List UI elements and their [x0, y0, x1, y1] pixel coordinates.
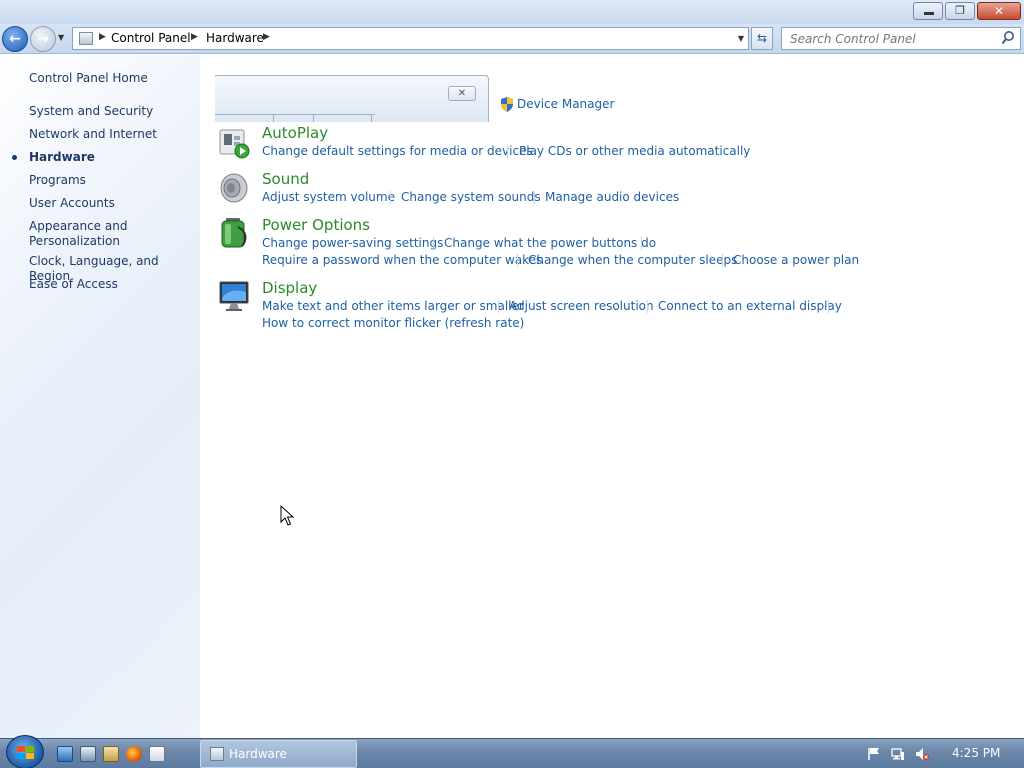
- sidebar-item-appearance-and-personalization[interactable]: Appearance and Personalization: [29, 219, 129, 249]
- uac-shield-icon: [501, 97, 513, 112]
- system-clock[interactable]: 4:25 PM: [952, 746, 1000, 760]
- refresh-button[interactable]: ⇆: [751, 27, 773, 50]
- restore-icon: ❐: [955, 4, 965, 17]
- breadcrumb-separator-icon[interactable]: ▶: [99, 32, 106, 42]
- link-separator: [722, 254, 723, 267]
- main-content: ✕ Device Manager AutoPlay Change default…: [200, 55, 1024, 738]
- ghost-tab-divider: [273, 115, 274, 122]
- link-connect-external-display[interactable]: Connect to an external display: [658, 299, 842, 313]
- link-manage-audio-devices[interactable]: Manage audio devices: [545, 190, 679, 204]
- link-separator: [390, 191, 391, 204]
- windows-logo-icon: [17, 746, 35, 760]
- start-button[interactable]: [6, 735, 44, 768]
- ghost-tab-strip: [215, 114, 375, 122]
- closing-dialog-ghost: ✕: [215, 75, 489, 122]
- address-dropdown-icon[interactable]: ▼: [738, 34, 744, 43]
- link-change-power-saving-settings[interactable]: Change power-saving settings: [262, 236, 443, 250]
- sidebar-item-programs[interactable]: Programs: [29, 173, 194, 188]
- current-page-bullet: [12, 155, 17, 160]
- close-icon: ✕: [993, 4, 1005, 18]
- sidebar-item-hardware[interactable]: Hardware: [29, 150, 194, 165]
- link-separator: [517, 254, 518, 267]
- ghost-close-icon: ✕: [448, 86, 476, 101]
- link-separator: [647, 300, 648, 313]
- back-arrow-icon: ←: [9, 31, 21, 47]
- show-desktop-icon[interactable]: [57, 746, 73, 762]
- restore-button[interactable]: ❐: [945, 2, 975, 20]
- forward-arrow-icon: →: [37, 31, 49, 47]
- forward-button[interactable]: →: [30, 26, 56, 52]
- link-change-system-sounds[interactable]: Change system sounds: [401, 190, 541, 204]
- sidebar-item-ease-of-access[interactable]: Ease of Access: [29, 277, 194, 292]
- breadcrumb-control-panel[interactable]: Control Panel: [111, 31, 191, 45]
- window-title-bar: ❐ ✕: [0, 0, 1024, 24]
- link-change-default-settings-for-media[interactable]: Change default settings for media or dev…: [262, 144, 533, 158]
- address-bar[interactable]: ▶ Control Panel ▶ Hardware ▶ ▼: [72, 27, 749, 50]
- link-adjust-system-volume[interactable]: Adjust system volume: [262, 190, 395, 204]
- link-separator: [498, 300, 499, 313]
- link-change-when-computer-sleeps[interactable]: Change when the computer sleeps: [528, 253, 737, 267]
- navigation-bar: ← → ▼ ▶ Control Panel ▶ Hardware ▶ ▼ ⇆: [0, 24, 1024, 54]
- battery-icon: [221, 218, 247, 248]
- taskbar-window-label: Hardware: [229, 747, 287, 761]
- speaker-icon: [220, 173, 248, 203]
- breadcrumb-separator-icon[interactable]: ▶: [263, 32, 270, 42]
- notepad-icon[interactable]: [149, 746, 165, 762]
- taskbar-window-button-hardware[interactable]: Hardware: [200, 740, 357, 768]
- category-title-power-options[interactable]: Power Options: [262, 216, 370, 234]
- control-panel-quicklaunch-icon[interactable]: [80, 746, 96, 762]
- sidebar-item-system-and-security[interactable]: System and Security: [29, 104, 194, 119]
- sidebar-item-network-and-internet[interactable]: Network and Internet: [29, 127, 194, 142]
- link-change-power-buttons[interactable]: Change what the power buttons do: [444, 236, 656, 250]
- left-navigation-pane: Control Panel Home System and Security N…: [0, 55, 200, 738]
- control-panel-icon: [79, 32, 93, 45]
- link-separator: [641, 237, 642, 250]
- breadcrumb-separator-icon[interactable]: ▶: [191, 32, 198, 42]
- link-correct-monitor-flicker[interactable]: How to correct monitor flicker (refresh …: [262, 316, 524, 330]
- link-make-text-larger-or-smaller[interactable]: Make text and other items larger or smal…: [262, 299, 524, 313]
- refresh-icon: ⇆: [756, 31, 768, 45]
- category-title-autoplay[interactable]: AutoPlay: [262, 124, 328, 142]
- search-box[interactable]: [781, 27, 1021, 50]
- back-button[interactable]: ←: [2, 26, 28, 52]
- volume-muted-icon[interactable]: [915, 747, 929, 761]
- link-play-cds-automatically[interactable]: Play CDs or other media automatically: [519, 144, 750, 158]
- network-icon[interactable]: [891, 747, 905, 761]
- category-title-sound[interactable]: Sound: [262, 170, 309, 188]
- link-separator: [507, 145, 508, 158]
- action-center-flag-icon[interactable]: [867, 747, 881, 761]
- minimize-icon: [924, 12, 934, 15]
- ghost-tab-divider: [313, 115, 314, 122]
- breadcrumb-hardware[interactable]: Hardware: [206, 31, 264, 45]
- search-input[interactable]: [782, 28, 992, 49]
- control-panel-icon: [210, 747, 224, 761]
- window-controls: ❐ ✕: [913, 2, 1021, 20]
- recent-pages-dropdown-icon[interactable]: ▼: [58, 33, 64, 42]
- sidebar-item-user-accounts[interactable]: User Accounts: [29, 196, 194, 211]
- ghost-tab-divider: [371, 115, 372, 122]
- autoplay-icon: [219, 129, 250, 159]
- device-manager-link[interactable]: Device Manager: [517, 97, 614, 111]
- link-require-password-on-wake[interactable]: Require a password when the computer wak…: [262, 253, 542, 267]
- link-adjust-screen-resolution[interactable]: Adjust screen resolution: [509, 299, 654, 313]
- search-icon[interactable]: [1001, 30, 1015, 46]
- sidebar-item-control-panel-home[interactable]: Control Panel Home: [29, 71, 194, 86]
- category-title-display[interactable]: Display: [262, 279, 317, 297]
- close-button[interactable]: ✕: [977, 2, 1021, 20]
- minimize-button[interactable]: [913, 2, 943, 20]
- taskbar: Hardware 4:25 PM: [0, 735, 1024, 768]
- monitor-icon: [219, 281, 249, 311]
- link-separator: [828, 300, 829, 313]
- link-separator: [534, 191, 535, 204]
- file-explorer-icon[interactable]: [103, 746, 119, 762]
- link-choose-power-plan[interactable]: Choose a power plan: [733, 253, 859, 267]
- mouse-cursor-icon: [280, 505, 294, 526]
- firefox-icon[interactable]: [126, 746, 142, 762]
- link-separator: [433, 237, 434, 250]
